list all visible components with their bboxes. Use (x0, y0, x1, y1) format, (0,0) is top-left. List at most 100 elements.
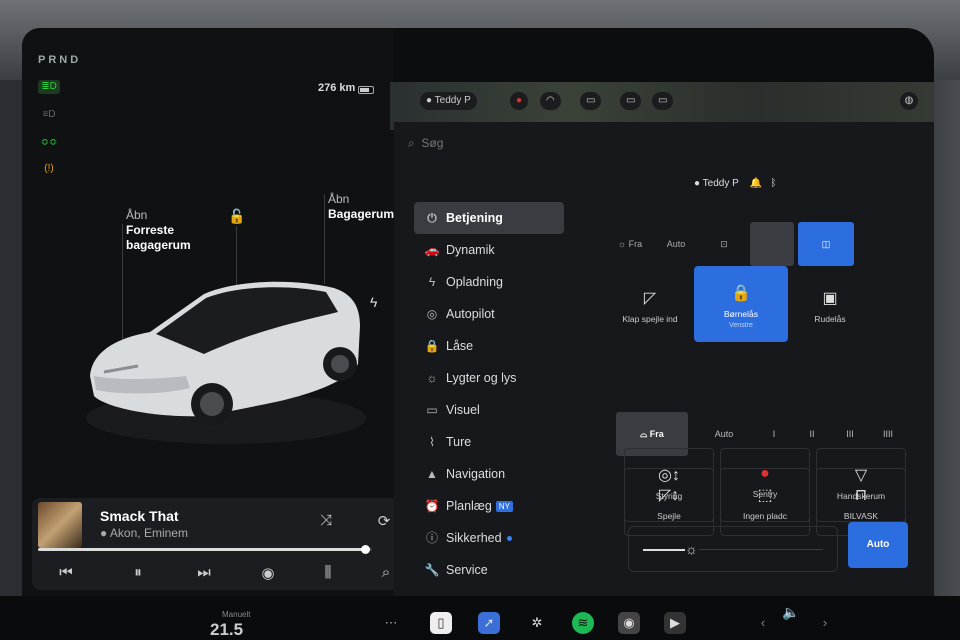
sidebar-item-planlæg[interactable]: ⏰ Planlæg NY (414, 490, 564, 522)
wiper-3-label: III (846, 429, 854, 439)
seat-heater-icon[interactable]: ⋯ (380, 612, 402, 634)
media-app-icon[interactable]: ▶ (664, 612, 686, 634)
top-row-segment-4[interactable] (750, 222, 794, 266)
glovebox-label: Handskerum (836, 491, 886, 501)
window-lock-button[interactable]: ▣ Rudelås (800, 272, 860, 344)
unlock-icon[interactable]: 🔓 (228, 208, 245, 225)
search-placeholder: Søg (421, 136, 444, 150)
climate-mode-label: Manuelt (222, 610, 251, 619)
song-artist: ● Akon, Eminem (100, 526, 188, 540)
audio-source-icon[interactable]: ◉ (256, 564, 280, 582)
sidebar-item-betjening[interactable]: ⏻ Betjening (414, 202, 564, 234)
sidebar-item-opladning[interactable]: ϟ Opladning (414, 266, 564, 298)
sentry-label: Sentry (752, 489, 778, 499)
child-lock-button[interactable]: 🔒 Børnelås Venstre (694, 266, 788, 342)
child-lock-icon: 🔒 (731, 285, 751, 302)
pause-icon[interactable]: ⏸ (126, 564, 150, 581)
bell-icon[interactable]: 🔔 (750, 178, 762, 189)
window-lock-label: Rudelås (814, 314, 846, 324)
car-model-image (86, 281, 366, 444)
fold-mirrors-label: Klap spejle ind (622, 314, 678, 324)
sidebar-item-dynamik[interactable]: 🚗 Dynamik (414, 234, 564, 266)
wiper-2-label: II (809, 429, 815, 439)
sidebar-item-låse[interactable]: 🔒 Låse (414, 330, 564, 362)
sentry-tile[interactable]: ● Sentry (720, 448, 810, 522)
sidebar-item-autopilot[interactable]: ◎ Autopilot (414, 298, 564, 330)
media-player: Smack That ● Akon, Eminem ⤨ ⟳ ⏮ ⏸ ⏭ ◉ ⫼ … (32, 498, 416, 590)
navigation-icon: ▲ (426, 467, 438, 481)
camera-button[interactable]: ◫ (798, 222, 854, 266)
parking-light-icon: ≎≎ (40, 137, 58, 148)
shuffle-icon[interactable]: ⤨ (314, 512, 338, 529)
next-track-icon[interactable]: ⏭ (192, 564, 216, 581)
top-row-label-2: Auto (666, 239, 686, 249)
steering-adjust-tile[interactable]: ◎↕ Styring (624, 448, 714, 522)
open-frunk-button[interactable]: Åbn Forreste bagagerum (126, 208, 216, 253)
sentry-status-icon[interactable]: ● (510, 92, 529, 110)
wiper-auto-label: Auto (714, 429, 734, 439)
playback-progress-fill (38, 548, 366, 551)
top-row-segment-1[interactable]: ☼ Fra (610, 222, 650, 266)
settings-profile-name: Teddy P (702, 178, 739, 189)
sidebar-item-navigation[interactable]: ▲ Navigation (414, 458, 564, 490)
nav-app-icon[interactable]: ➚ (478, 612, 500, 634)
glovebox-tile[interactable]: ▽ Handskerum (816, 448, 906, 522)
wiper-4-label: IIII (882, 429, 893, 439)
trunk-verb: Åbn (328, 192, 350, 206)
trips-icon: ⌇ (429, 435, 435, 449)
sidebar-item-label: Visuel (446, 403, 480, 417)
top-row-segment-3[interactable]: ⊡ (702, 222, 746, 266)
mirror-icon: ◸ (643, 290, 657, 307)
map-settings-icon[interactable]: ◍ (900, 92, 918, 110)
bluetooth-icon[interactable]: ᛒ (771, 178, 777, 189)
repeat-icon[interactable]: ⟳ (372, 512, 396, 530)
sidebar-item-lygter-og-lys[interactable]: ☼ Lygter og lys (414, 362, 564, 394)
open-trunk-button[interactable]: Åbn Bagagerum (328, 192, 394, 222)
cabin-temperature[interactable]: 21.5 (210, 620, 243, 640)
camera-app-icon[interactable]: ◉ (618, 612, 640, 634)
trunk-label: Bagagerum (328, 207, 395, 221)
settings-profile[interactable]: ● Teddy P 🔔 ᛒ (694, 178, 777, 189)
car-icon: 🚗 (424, 243, 440, 257)
status-pill-2: ▭ (620, 92, 642, 110)
sidebar-item-ture[interactable]: ⌇ Ture (414, 426, 564, 458)
wrench-icon: 🔧 (424, 563, 440, 577)
volume-icon[interactable]: 🔈 (782, 604, 799, 621)
brightness-slider-track (699, 549, 823, 550)
profile-pill[interactable]: ● Teddy P (420, 92, 477, 110)
previous-track-icon[interactable]: ⏮ (54, 564, 78, 581)
top-row-segment-2[interactable]: Auto (654, 222, 698, 266)
album-art[interactable] (38, 502, 82, 548)
phone-icon[interactable]: ▯ (430, 612, 452, 634)
display-brightness-slider[interactable]: ☼ (628, 526, 838, 572)
spotify-icon[interactable]: ≋ (572, 612, 594, 634)
range-readout: 276 km (318, 82, 356, 94)
frunk-label: Forreste bagagerum (126, 223, 191, 252)
settings-search[interactable]: ⌕ Søg (408, 136, 443, 151)
sidebar-item-label: Dynamik (446, 243, 495, 257)
clock-icon: ⏰ (424, 499, 440, 513)
brightness-icon: ☼ (685, 541, 698, 557)
battery-icon (358, 86, 374, 94)
playback-progress[interactable] (38, 545, 372, 554)
equalizer-icon[interactable]: ⫼ (316, 564, 340, 581)
sidebar-item-label: Sikkerhed (446, 531, 502, 545)
playback-scrubber[interactable] (361, 545, 371, 554)
fan-icon[interactable]: ✲ (526, 612, 548, 634)
sidebar-item-label: Lygter og lys (446, 371, 517, 385)
fold-mirrors-button[interactable]: ◸ Klap spejle ind (612, 272, 688, 344)
sidebar-item-service[interactable]: 🔧 Service (414, 554, 564, 586)
brightness-auto-button[interactable]: Auto (848, 522, 908, 568)
sidebar-item-visuel[interactable]: ▭ Visuel (414, 394, 564, 426)
glovebox-icon: ▽ (854, 467, 868, 484)
wifi-icon: ◠ (540, 92, 561, 110)
sidebar-item-sikkerhed[interactable]: ⓘ Sikkerhed (414, 522, 564, 554)
sidebar-item-label: Planlæg (446, 499, 492, 513)
map-profile-name: Teddy P (434, 95, 471, 106)
toggle-icon: ⏻ (427, 211, 437, 225)
chevron-left-icon[interactable]: ‹ (752, 612, 774, 634)
fog-light-icon: ≡D (42, 109, 56, 120)
sidebar-item-label: Betjening (446, 211, 503, 225)
chevron-right-icon[interactable]: › (814, 612, 836, 634)
new-badge: NY (495, 501, 513, 513)
